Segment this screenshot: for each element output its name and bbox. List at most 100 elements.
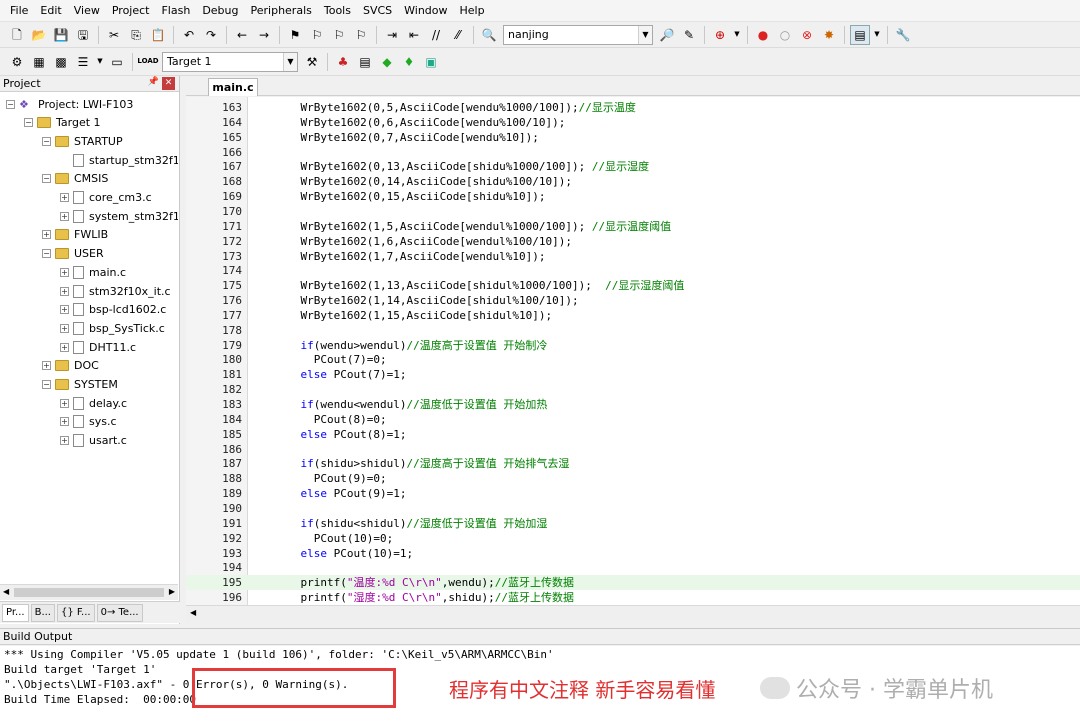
expand-icon[interactable]: +	[60, 193, 69, 202]
code-line[interactable]: 171 WrByte1602(1,5,AsciiCode[wendul%1000…	[186, 219, 1080, 234]
code-line[interactable]: 177 WrByte1602(1,15,AsciiCode[shidul%10]…	[186, 308, 1080, 323]
breakpoint-icon[interactable]: ●	[753, 25, 773, 45]
chevron-down-icon[interactable]: ▼	[732, 25, 742, 45]
code-line[interactable]: 194	[186, 560, 1080, 575]
next-bookmark-icon[interactable]: ⚐	[329, 25, 349, 45]
scroll-right-icon[interactable]: ▶	[169, 587, 175, 596]
disable-breakpoint-icon[interactable]: ○	[775, 25, 795, 45]
code-line[interactable]: 187 if(shidu>shidul)//湿度高于设置值 开始排气去湿	[186, 456, 1080, 471]
code-line[interactable]: 163 WrByte1602(0,5,AsciiCode[wendu%1000/…	[186, 100, 1080, 115]
code-line[interactable]: 168 WrByte1602(0,14,AsciiCode[shidu%100/…	[186, 174, 1080, 189]
menu-window[interactable]: Window	[398, 0, 453, 22]
code-line[interactable]: 193 else PCout(10)=1;	[186, 546, 1080, 561]
tree-item[interactable]: startup_stm32f1	[60, 151, 178, 169]
find-icon[interactable]: 🔎	[657, 25, 677, 45]
target-combo[interactable]: Target 1 ▼	[162, 51, 298, 72]
collapse-icon[interactable]: −	[24, 118, 33, 128]
tree-item[interactable]: + delay.c	[60, 394, 127, 412]
tree-item[interactable]: + bsp-lcd1602.c	[60, 301, 166, 319]
cut-icon[interactable]: ✂	[104, 25, 124, 45]
close-icon[interactable]: ✕	[162, 77, 175, 90]
collapse-icon[interactable]: −	[42, 380, 51, 389]
editor-hscrollbar[interactable]: ◀	[186, 605, 1080, 621]
expand-icon[interactable]: +	[42, 361, 51, 371]
menu-debug[interactable]: Debug	[196, 0, 244, 22]
menu-peripherals[interactable]: Peripherals	[245, 0, 318, 22]
expand-icon[interactable]: +	[60, 305, 69, 315]
pane-tab[interactable]: {} F...	[57, 603, 95, 622]
tree-item[interactable]: − SYSTEM	[42, 376, 118, 394]
uncomment-icon[interactable]: ⁄⁄	[448, 25, 468, 45]
code-line[interactable]: 181 else PCout(7)=1;	[186, 367, 1080, 382]
select-packs-icon[interactable]: ▤	[355, 52, 375, 72]
code-line[interactable]: 180 PCout(7)=0;	[186, 352, 1080, 367]
translate-icon[interactable]: ⚙	[7, 52, 27, 72]
paste-icon[interactable]: 📋	[148, 25, 168, 45]
load-download-icon[interactable]: LOAD	[137, 52, 158, 72]
code-line[interactable]: 184 PCout(8)=0;	[186, 412, 1080, 427]
menu-svcs[interactable]: SVCS	[357, 0, 398, 22]
tree-item[interactable]: + main.c	[60, 263, 126, 281]
project-hscrollbar[interactable]: ◀ ▶	[0, 584, 178, 600]
batch-build-icon[interactable]: ☰	[73, 52, 93, 72]
pane-tab[interactable]: 0→ Te...	[96, 603, 143, 622]
code-line[interactable]: 195 printf("温度:%d C\r\n",wendu);//蓝牙上传数据	[186, 575, 1080, 591]
tab-main-c[interactable]: main.c	[208, 78, 258, 96]
collapse-icon[interactable]: −	[6, 99, 15, 109]
build-output-pane[interactable]: *** Using Compiler 'V5.05 update 1 (buil…	[0, 646, 1080, 728]
build-icon[interactable]: ▦	[29, 52, 49, 72]
tree-item[interactable]: + system_stm32f1	[60, 207, 178, 225]
code-line[interactable]: 192 PCout(10)=0;	[186, 531, 1080, 546]
expand-icon[interactable]: +	[60, 398, 69, 408]
code-line[interactable]: 167 WrByte1602(0,13,AsciiCode[shidu%1000…	[186, 159, 1080, 174]
rebuild-icon[interactable]: ▩	[51, 52, 71, 72]
tree-item[interactable]: − Target 1	[24, 114, 101, 132]
kill-breakpoints-icon[interactable]: ✸	[819, 25, 839, 45]
find-in-files-icon[interactable]: 🔍	[479, 25, 499, 45]
open-folder-icon[interactable]: 📂	[29, 25, 49, 45]
undo-icon[interactable]: ↶	[179, 25, 199, 45]
debug-session-icon[interactable]: ⊕	[710, 25, 730, 45]
code-line[interactable]: 166	[186, 145, 1080, 160]
code-line[interactable]: 175 WrByte1602(1,13,AsciiCode[shidul%100…	[186, 278, 1080, 293]
code-line[interactable]: 178	[186, 323, 1080, 338]
menu-tools[interactable]: Tools	[318, 0, 357, 22]
pack-installer-icon[interactable]: ♦	[399, 52, 419, 72]
tree-item[interactable]: + DHT11.c	[60, 338, 136, 356]
expand-icon[interactable]: +	[60, 211, 69, 221]
menu-view[interactable]: View	[68, 0, 106, 22]
tree-item[interactable]: − USER	[42, 245, 104, 263]
tree-item[interactable]: + sys.c	[60, 413, 117, 431]
menu-file[interactable]: File	[4, 0, 34, 22]
clear-bookmarks-icon[interactable]: ⚐	[351, 25, 371, 45]
code-line[interactable]: 183 if(wendu<wendul)//温度低于设置值 开始加热	[186, 397, 1080, 412]
code-line[interactable]: 170	[186, 204, 1080, 219]
code-line[interactable]: 176 WrByte1602(1,14,AsciiCode[shidul%100…	[186, 293, 1080, 308]
expand-icon[interactable]: +	[60, 267, 69, 277]
code-line[interactable]: 173 WrByte1602(1,7,AsciiCode[wendul%10])…	[186, 249, 1080, 264]
code-line[interactable]: 164 WrByte1602(0,6,AsciiCode[wendu%100/1…	[186, 115, 1080, 130]
manage-runtime-icon[interactable]: ◆	[377, 52, 397, 72]
disable-all-breakpoints-icon[interactable]: ⊗	[797, 25, 817, 45]
chevron-down-icon[interactable]: ▼	[872, 25, 882, 45]
save-all-icon[interactable]: 🖫	[73, 25, 93, 45]
pane-tab[interactable]: Pr...	[2, 603, 29, 622]
tree-item[interactable]: − CMSIS	[42, 170, 108, 188]
code-line[interactable]: 185 else PCout(8)=1;	[186, 427, 1080, 442]
expand-icon[interactable]: +	[60, 417, 69, 427]
new-file-icon[interactable]: 🗋	[7, 25, 27, 45]
menu-edit[interactable]: Edit	[34, 0, 67, 22]
save-icon[interactable]: 💾	[51, 25, 71, 45]
pane-tab[interactable]: B...	[30, 603, 55, 622]
code-line[interactable]: 165 WrByte1602(0,7,AsciiCode[wendu%10]);	[186, 130, 1080, 145]
tree-item[interactable]: − STARTUP	[42, 132, 123, 150]
tree-item[interactable]: + core_cm3.c	[60, 189, 152, 207]
code-line[interactable]: 188 PCout(9)=0;	[186, 471, 1080, 486]
scroll-left-icon[interactable]: ◀	[190, 608, 196, 617]
code-line[interactable]: 186	[186, 442, 1080, 457]
tree-item[interactable]: − ❖ Project: LWI-F103	[6, 95, 133, 113]
menu-help[interactable]: Help	[454, 0, 491, 22]
expand-icon[interactable]: +	[60, 286, 69, 296]
scrollbar-thumb[interactable]	[14, 588, 164, 597]
tree-item[interactable]: + usart.c	[60, 432, 127, 450]
